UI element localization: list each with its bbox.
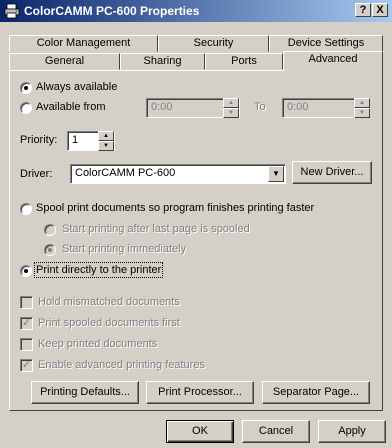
print-directly-radio[interactable] bbox=[20, 265, 32, 277]
tab-ports[interactable]: Ports bbox=[205, 53, 283, 70]
print-spooled-first-checkbox[interactable]: ✓ bbox=[20, 317, 33, 330]
driver-select[interactable]: ColorCAMM PC-600 bbox=[70, 164, 286, 184]
title-bar: ColorCAMM PC-600 Properties ? X bbox=[0, 0, 392, 22]
spin-down-icon[interactable]: ▼ bbox=[354, 108, 370, 118]
start-after-last-page-label[interactable]: Start printing after last page is spoole… bbox=[62, 223, 250, 235]
printing-defaults-button[interactable]: Printing Defaults... bbox=[31, 381, 139, 404]
priority-label: Priority: bbox=[20, 134, 58, 146]
tab-security[interactable]: Security bbox=[158, 35, 269, 52]
print-directly-label[interactable]: Print directly to the printer bbox=[33, 262, 164, 278]
chevron-down-icon[interactable]: ▼ bbox=[268, 166, 284, 182]
spool-radio[interactable] bbox=[20, 203, 32, 215]
window-title: ColorCAMM PC-600 Properties bbox=[24, 4, 200, 18]
enable-advanced-features-label[interactable]: Enable advanced printing features bbox=[38, 359, 205, 371]
tab-general[interactable]: General bbox=[9, 53, 120, 70]
spin-up-icon[interactable]: ▲ bbox=[354, 98, 370, 108]
hold-mismatched-checkbox[interactable] bbox=[20, 296, 33, 309]
tab-sharing[interactable]: Sharing bbox=[120, 53, 205, 70]
to-time-spinner[interactable]: ▲ ▼ bbox=[354, 98, 370, 118]
print-spooled-first-label[interactable]: Print spooled documents first bbox=[38, 317, 180, 329]
cancel-button[interactable]: Cancel bbox=[242, 420, 310, 443]
always-available-label[interactable]: Always available bbox=[36, 81, 117, 93]
tab-row-front: General Sharing Ports Advanced bbox=[9, 51, 383, 71]
spin-down-icon[interactable]: ▼ bbox=[223, 108, 239, 118]
available-from-radio[interactable] bbox=[20, 102, 32, 114]
spin-down-icon[interactable]: ▼ bbox=[98, 141, 114, 151]
enable-advanced-features-checkbox[interactable]: ✓ bbox=[20, 359, 33, 372]
available-from-label[interactable]: Available from bbox=[36, 101, 106, 113]
keep-printed-checkbox[interactable] bbox=[20, 338, 33, 351]
start-after-last-page-radio[interactable] bbox=[44, 224, 56, 236]
tab-advanced[interactable]: Advanced bbox=[283, 51, 383, 71]
from-time-spinner[interactable]: ▲ ▼ bbox=[223, 98, 239, 118]
keep-printed-label[interactable]: Keep printed documents bbox=[38, 338, 157, 350]
spool-label[interactable]: Spool print documents so program finishe… bbox=[36, 202, 314, 214]
to-label: To bbox=[254, 101, 266, 113]
start-immediately-label[interactable]: Start printing immediately bbox=[62, 243, 186, 255]
always-available-radio[interactable] bbox=[20, 82, 32, 94]
tab-color-management[interactable]: Color Management bbox=[9, 35, 158, 52]
new-driver-button[interactable]: New Driver... bbox=[292, 161, 372, 184]
spin-up-icon[interactable]: ▲ bbox=[98, 131, 114, 141]
start-immediately-radio[interactable] bbox=[44, 244, 56, 256]
driver-label: Driver: bbox=[20, 168, 53, 180]
tab-row-back: Color Management Security Device Setting… bbox=[9, 35, 383, 52]
spin-up-icon[interactable]: ▲ bbox=[223, 98, 239, 108]
printer-icon bbox=[4, 3, 20, 19]
priority-spinner[interactable]: ▲ ▼ bbox=[98, 131, 114, 151]
help-button[interactable]: ? bbox=[355, 3, 371, 17]
apply-button[interactable]: Apply bbox=[318, 420, 386, 443]
print-processor-button[interactable]: Print Processor... bbox=[146, 381, 254, 404]
ok-button[interactable]: OK bbox=[166, 420, 234, 443]
separator-page-button[interactable]: Separator Page... bbox=[262, 381, 370, 404]
tab-device-settings[interactable]: Device Settings bbox=[269, 35, 383, 52]
hold-mismatched-label[interactable]: Hold mismatched documents bbox=[38, 296, 180, 308]
close-button[interactable]: X bbox=[372, 3, 388, 17]
